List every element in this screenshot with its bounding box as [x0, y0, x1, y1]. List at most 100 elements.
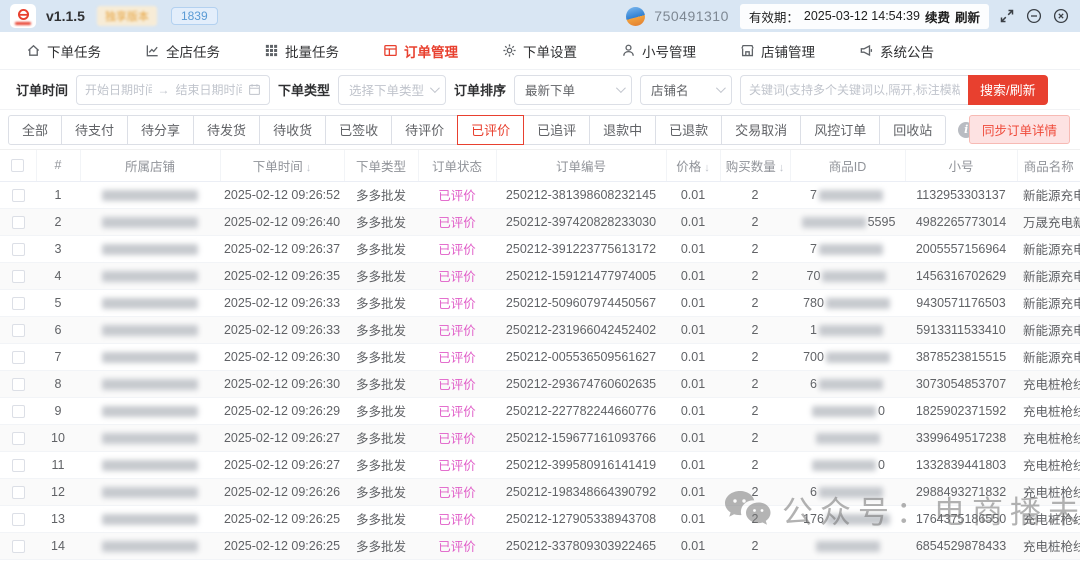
table-row[interactable]: 12 2025-02-12 09:26:26 多多批发 已评价 250212-1… — [0, 478, 1080, 505]
row-checkbox[interactable] — [12, 405, 25, 418]
row-checkbox[interactable] — [12, 297, 25, 310]
table-row[interactable]: 14 2025-02-12 09:26:25 多多批发 已评价 250212-3… — [0, 532, 1080, 559]
order-time: 2025-02-12 09:26:40 — [220, 208, 344, 235]
order-type: 多多批发 — [344, 505, 418, 532]
minimize-icon[interactable] — [1025, 7, 1043, 25]
nav-item-order-management[interactable]: 订单管理 — [383, 41, 458, 61]
table-row[interactable]: 13 2025-02-12 09:26:25 多多批发 已评价 250212-1… — [0, 505, 1080, 532]
row-checkbox[interactable] — [12, 513, 25, 526]
product-id-masked — [790, 424, 905, 451]
row-index: 10 — [36, 424, 80, 451]
table-row[interactable]: 9 2025-02-12 09:26:29 多多批发 已评价 250212-22… — [0, 397, 1080, 424]
col-quantity[interactable]: 购买数量↓ — [720, 150, 790, 181]
row-checkbox[interactable] — [12, 378, 25, 391]
table-row[interactable]: 8 2025-02-12 09:26:30 多多批发 已评价 250212-29… — [0, 370, 1080, 397]
order-table-icon — [383, 43, 398, 58]
row-checkbox[interactable] — [12, 243, 25, 256]
table-row[interactable]: 10 2025-02-12 09:26:27 多多批发 已评价 250212-1… — [0, 424, 1080, 451]
row-checkbox[interactable] — [12, 270, 25, 283]
product-id-blur — [812, 460, 876, 471]
order-type: 多多批发 — [344, 451, 418, 478]
order-number: 250212-293674760602635 — [496, 370, 666, 397]
sub-account: 2005557156964 — [905, 235, 1017, 262]
row-checkbox[interactable] — [12, 486, 25, 499]
status-tab-1[interactable]: 待支付 — [61, 115, 128, 145]
order-time: 2025-02-12 09:26:33 — [220, 289, 344, 316]
order-time: 2025-02-12 09:26:30 — [220, 370, 344, 397]
row-checkbox[interactable] — [12, 216, 25, 229]
status-tab-12[interactable]: 风控订单 — [800, 115, 880, 145]
order-qty: 2 — [720, 370, 790, 397]
chevron-down-icon — [716, 83, 726, 93]
avatar[interactable] — [626, 7, 645, 26]
status-tab-2[interactable]: 待分享 — [127, 115, 194, 145]
close-icon[interactable] — [1052, 7, 1070, 25]
chevron-down-icon — [430, 83, 440, 93]
status-tab-6[interactable]: 待评价 — [391, 115, 458, 145]
status-tab-active-7[interactable]: 已评价 — [457, 115, 524, 145]
nav-item-order-settings[interactable]: 下单设置 — [502, 41, 577, 61]
col-price[interactable]: 价格↓ — [666, 150, 720, 181]
fullscreen-icon[interactable] — [998, 7, 1016, 25]
sub-account: 1332839441803 — [905, 451, 1017, 478]
status-tab-5[interactable]: 已签收 — [325, 115, 392, 145]
status-tab-11[interactable]: 交易取消 — [721, 115, 801, 145]
table-row[interactable]: 7 2025-02-12 09:26:30 多多批发 已评价 250212-00… — [0, 343, 1080, 370]
search-refresh-button[interactable]: 搜索/刷新 — [968, 75, 1048, 105]
col-product-name: 商品名称 — [1017, 150, 1080, 181]
nav-label: 全店任务 — [166, 41, 220, 61]
renew-link[interactable]: 续费 — [925, 7, 950, 26]
order-sort-select[interactable]: 最新下单 — [514, 75, 632, 105]
sort-down-icon[interactable]: ↓ — [779, 162, 785, 174]
product-id-masked: 780 — [790, 289, 905, 316]
product-name: 充电桩枪线 — [1017, 451, 1080, 478]
table-row[interactable]: 6 2025-02-12 09:26:33 多多批发 已评价 250212-23… — [0, 316, 1080, 343]
sort-down-icon[interactable]: ↓ — [704, 162, 710, 174]
order-sort-label: 订单排序 — [454, 80, 506, 99]
refresh-link[interactable]: 刷新 — [955, 7, 980, 26]
nav-item-store-task[interactable]: 全店任务 — [145, 41, 220, 61]
shop-field-select[interactable]: 店铺名 — [640, 75, 732, 105]
status-tab-4[interactable]: 待收货 — [259, 115, 326, 145]
order-price: 0.01 — [666, 262, 720, 289]
row-checkbox[interactable] — [12, 432, 25, 445]
status-tab-9[interactable]: 退款中 — [589, 115, 656, 145]
select-all-checkbox[interactable] — [11, 159, 24, 172]
nav-item-place-order-task[interactable]: 下单任务 — [26, 41, 101, 61]
status-tab-8[interactable]: 已追评 — [523, 115, 590, 145]
date-range-input[interactable]: 开始日期时间 → 结束日期时间 — [76, 75, 270, 105]
sub-account: 1456316702629 — [905, 262, 1017, 289]
order-number: 250212-509607974450567 — [496, 289, 666, 316]
product-name: 充电桩枪线 — [1017, 397, 1080, 424]
table-row[interactable]: 2 2025-02-12 09:26:40 多多批发 已评价 250212-39… — [0, 208, 1080, 235]
order-time-label: 订单时间 — [16, 80, 68, 99]
nav-item-shop-management[interactable]: 店铺管理 — [740, 41, 815, 61]
sort-down-icon[interactable]: ↓ — [306, 162, 312, 174]
order-price: 0.01 — [666, 370, 720, 397]
table-row[interactable]: 11 2025-02-12 09:26:27 多多批发 已评价 250212-3… — [0, 451, 1080, 478]
table-row[interactable]: 3 2025-02-12 09:26:37 多多批发 已评价 250212-39… — [0, 235, 1080, 262]
nav-item-batch-task[interactable]: 批量任务 — [264, 41, 339, 61]
table-row[interactable]: 4 2025-02-12 09:26:35 多多批发 已评价 250212-15… — [0, 262, 1080, 289]
row-checkbox[interactable] — [12, 189, 25, 202]
app-version: v1.1.5 — [46, 8, 85, 24]
nav-label: 批量任务 — [285, 41, 339, 61]
row-index: 2 — [36, 208, 80, 235]
row-checkbox[interactable] — [12, 459, 25, 472]
order-type-select[interactable]: 选择下单类型 — [338, 75, 446, 105]
row-checkbox[interactable] — [12, 324, 25, 337]
status-tab-13[interactable]: 回收站 — [879, 115, 946, 145]
order-type: 多多批发 — [344, 181, 418, 208]
status-tab-0[interactable]: 全部 — [8, 115, 62, 145]
keyword-input[interactable] — [740, 75, 968, 105]
row-checkbox[interactable] — [12, 540, 25, 553]
nav-item-account-management[interactable]: 小号管理 — [621, 41, 696, 61]
sync-order-details-button[interactable]: 同步订单详情 — [969, 115, 1070, 144]
row-checkbox[interactable] — [12, 351, 25, 364]
nav-item-system-announcement[interactable]: 系统公告 — [859, 41, 934, 61]
table-row[interactable]: 1 2025-02-12 09:26:52 多多批发 已评价 250212-38… — [0, 181, 1080, 208]
table-row[interactable]: 5 2025-02-12 09:26:33 多多批发 已评价 250212-50… — [0, 289, 1080, 316]
col-order-time[interactable]: 下单时间↓ — [220, 150, 344, 181]
status-tab-3[interactable]: 待发货 — [193, 115, 260, 145]
status-tab-10[interactable]: 已退款 — [655, 115, 722, 145]
